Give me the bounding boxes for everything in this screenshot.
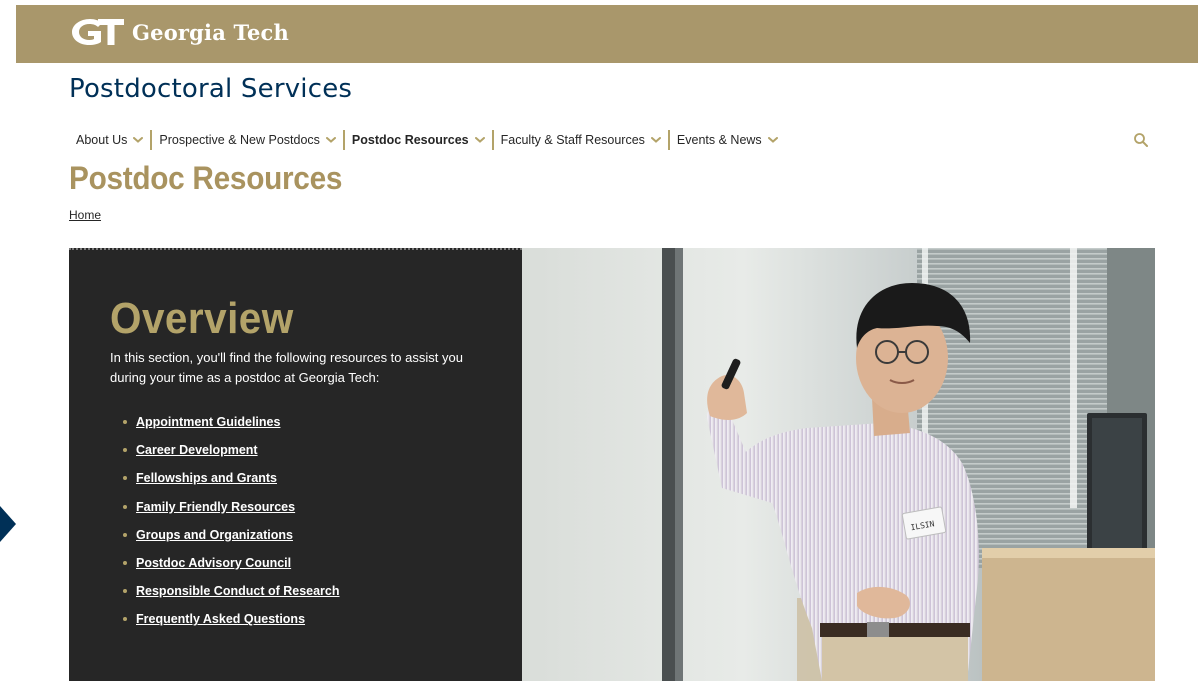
list-item: Fellowships and Grants	[110, 464, 340, 492]
overview-heading: Overview	[110, 294, 294, 343]
overview-panel: Overview In this section, you'll find th…	[69, 248, 522, 681]
link-fellowships-and-grants[interactable]: Fellowships and Grants	[136, 471, 277, 485]
nav-item-events-news[interactable]: Events & News	[670, 130, 785, 150]
breadcrumb-home[interactable]: Home	[69, 208, 101, 222]
bullet-icon	[123, 532, 127, 537]
link-responsible-conduct-of-research[interactable]: Responsible Conduct of Research	[136, 584, 340, 598]
bullet-icon	[123, 504, 127, 509]
overview-hero: Overview In this section, you'll find th…	[69, 248, 1155, 681]
chevron-down-icon	[474, 137, 485, 143]
nav-item-label: Prospective & New Postdocs	[159, 133, 320, 147]
nav-item-about-us[interactable]: About Us	[69, 130, 150, 150]
bullet-icon	[123, 617, 127, 622]
list-item: Appointment Guidelines	[110, 408, 340, 436]
presenter-image: ILSIN	[522, 248, 1155, 681]
site-title[interactable]: Postdoctoral Services	[69, 74, 352, 104]
brand-name: Georgia Tech	[132, 19, 289, 45]
gt-logo-icon	[72, 19, 124, 45]
arrow-right-icon[interactable]	[0, 506, 16, 542]
nav-item-faculty-staff-resources[interactable]: Faculty & Staff Resources	[494, 130, 668, 150]
list-item: Responsible Conduct of Research	[110, 577, 340, 605]
bullet-icon	[123, 589, 127, 594]
list-item: Career Development	[110, 436, 340, 464]
presenter-photo: ILSIN	[522, 248, 1155, 681]
chevron-down-icon	[325, 137, 336, 143]
link-groups-and-organizations[interactable]: Groups and Organizations	[136, 528, 293, 542]
link-career-development[interactable]: Career Development	[136, 443, 258, 457]
bullet-icon	[123, 561, 127, 566]
nav-item-label: Postdoc Resources	[351, 133, 469, 147]
bullet-icon	[123, 476, 127, 481]
list-item: Frequently Asked Questions	[110, 605, 340, 633]
nav-item-label: About Us	[76, 133, 128, 147]
bullet-icon	[123, 448, 127, 453]
brand-bar: Georgia Tech	[16, 5, 1198, 63]
search-icon[interactable]	[1133, 132, 1149, 148]
overview-intro: In this section, you'll find the followi…	[110, 350, 463, 385]
link-frequently-asked-questions[interactable]: Frequently Asked Questions	[136, 612, 305, 626]
link-postdoc-advisory-council[interactable]: Postdoc Advisory Council	[136, 556, 291, 570]
link-family-friendly-resources[interactable]: Family Friendly Resources	[136, 500, 295, 514]
georgia-tech-logo[interactable]: Georgia Tech	[68, 15, 289, 49]
list-item: Groups and Organizations	[110, 521, 340, 549]
resource-link-list: Appointment Guidelines Career Developmen…	[110, 408, 340, 634]
chevron-down-icon	[133, 137, 144, 143]
chevron-down-icon	[767, 137, 778, 143]
link-appointment-guidelines[interactable]: Appointment Guidelines	[136, 415, 280, 429]
nav-item-label: Events & News	[676, 133, 762, 147]
chevron-down-icon	[650, 137, 661, 143]
nav-item-postdoc-resources[interactable]: Postdoc Resources	[345, 130, 492, 150]
list-item: Postdoc Advisory Council	[110, 549, 340, 577]
nav-item-label: Faculty & Staff Resources	[500, 133, 645, 147]
nav-item-prospective-new-postdocs[interactable]: Prospective & New Postdocs	[152, 130, 343, 150]
main-navigation: About Us Prospective & New Postdocs Post…	[69, 130, 785, 150]
bullet-icon	[123, 420, 127, 425]
page-title: Postdoc Resources	[69, 160, 343, 196]
list-item: Family Friendly Resources	[110, 493, 340, 521]
